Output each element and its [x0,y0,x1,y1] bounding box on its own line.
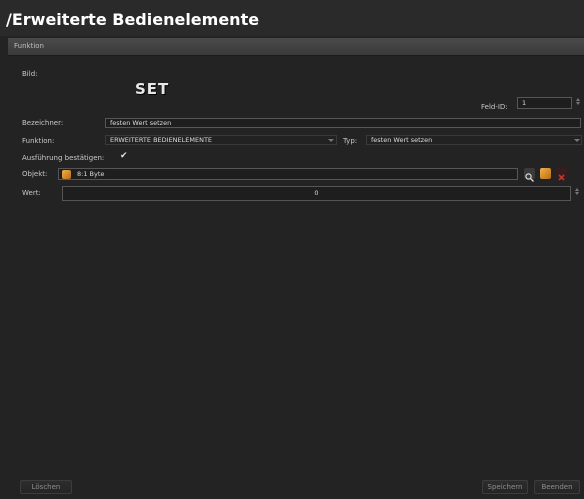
object-picker-icon[interactable] [540,168,551,179]
wert-label: Wert: [22,189,41,197]
save-button[interactable]: Speichern [482,480,528,494]
remove-icon[interactable] [556,168,567,181]
feld-id-spinner[interactable] [574,97,581,109]
bezeichner-label: Bezeichner: [22,119,64,127]
spinner-down-icon[interactable] [574,192,579,195]
bestaetigen-checkbox[interactable]: ✔ [120,151,128,161]
object-cube-icon [62,170,71,179]
section-header: Funktion [8,38,584,56]
spinner-down-icon[interactable] [575,102,580,105]
quit-button[interactable]: Beenden [534,480,580,494]
window-title: /Erweiterte Bedienelemente [6,10,260,29]
set-image[interactable]: SET [135,80,169,98]
bezeichner-input[interactable]: festen Wert setzen [105,118,581,128]
search-icon[interactable] [524,168,535,182]
bild-label: Bild: [22,70,38,78]
objekt-label: Objekt: [22,170,48,178]
typ-select[interactable]: festen Wert setzen [366,135,582,145]
typ-dropdown-icon[interactable] [574,139,580,142]
wert-input[interactable]: 0 [62,186,571,201]
spinner-up-icon[interactable] [574,188,579,191]
feld-id-input[interactable]: 1 [517,97,572,109]
typ-label-text: Typ: [343,137,358,145]
funktion-select[interactable]: ERWEITERTE BEDIENELEMENTE [105,135,337,145]
feld-id-label: Feld-ID: [481,103,508,111]
funktion-dropdown-icon[interactable] [328,139,334,142]
funktion-label: Funktion: [22,137,55,145]
delete-button[interactable]: Löschen [20,480,72,494]
wert-spinner[interactable] [573,187,580,199]
objekt-input[interactable]: 8:1 Byte [58,168,518,180]
spinner-up-icon[interactable] [575,98,580,101]
bestaetigen-label: Ausführung bestätigen: [22,154,105,162]
section-header-label: Funktion [14,42,44,50]
title-bar: /Erweiterte Bedienelemente [0,0,584,36]
